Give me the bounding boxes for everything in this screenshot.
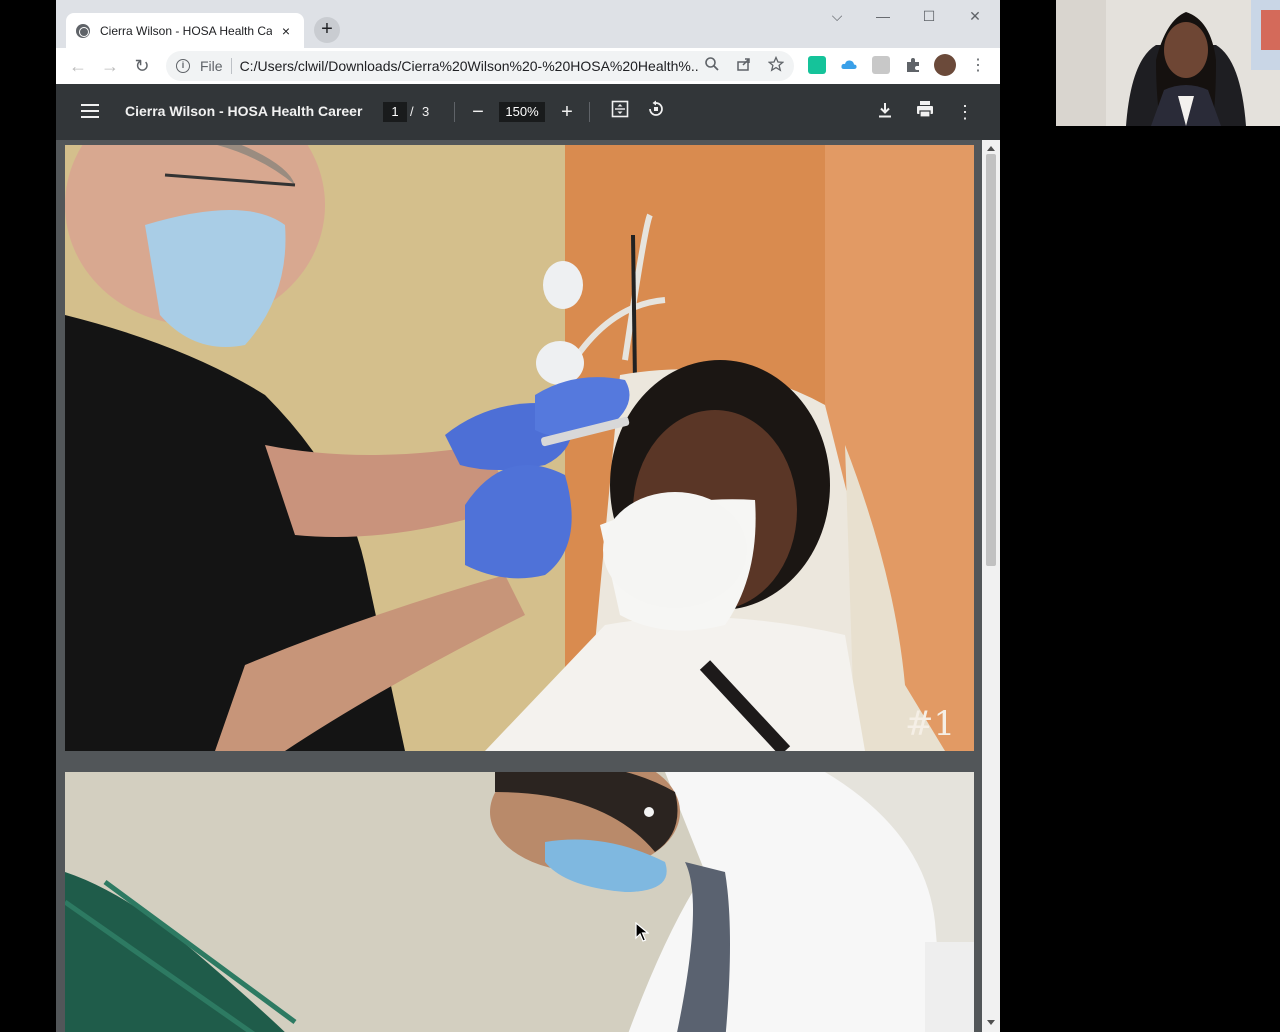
- info-icon[interactable]: i: [176, 59, 190, 73]
- share-icon[interactable]: [734, 56, 754, 76]
- globe-icon: [76, 23, 90, 38]
- page-2-photo: [65, 772, 974, 1032]
- fit-to-page-icon[interactable]: [606, 98, 634, 126]
- puzzle-icon[interactable]: [904, 56, 922, 74]
- rotate-icon[interactable]: [642, 98, 670, 126]
- url-text[interactable]: C:/Users/clwil/Downloads/Cierra%20Wilson…: [240, 58, 698, 74]
- zoom-level-input[interactable]: 150%: [499, 102, 545, 122]
- webcam-feed: [1056, 0, 1280, 126]
- browser-menu-button[interactable]: ⋮: [964, 52, 992, 80]
- browser-toolbar: ← → ↻ i File C:/Users/clwil/Downloads/Ci…: [56, 48, 1000, 84]
- zoom-out-button[interactable]: −: [464, 98, 492, 126]
- tab-close-button[interactable]: ×: [278, 23, 294, 39]
- more-actions-icon[interactable]: ⋮: [951, 98, 979, 126]
- pdf-title: Cierra Wilson - HOSA Health Career ...: [125, 103, 365, 119]
- minimize-button[interactable]: —: [868, 6, 898, 26]
- scrollbar-thumb[interactable]: [986, 154, 996, 566]
- page-number-input[interactable]: 1: [383, 102, 407, 122]
- zoom-icon[interactable]: [702, 56, 722, 76]
- pdf-page-2: [65, 772, 974, 1032]
- hamburger-menu-icon[interactable]: [78, 100, 102, 124]
- download-icon[interactable]: [871, 98, 899, 126]
- page-separator: /: [410, 104, 414, 119]
- page-number-label: #1: [905, 704, 955, 744]
- bookmark-star-icon[interactable]: [766, 55, 786, 76]
- vertical-scrollbar[interactable]: [982, 140, 1000, 1032]
- page-total: 3: [422, 104, 430, 119]
- url-scheme: File: [200, 58, 223, 74]
- browser-window: Cierra Wilson - HOSA Health Car × + ⌵ — …: [56, 0, 1000, 1032]
- back-button[interactable]: ←: [64, 52, 92, 80]
- onedrive-icon[interactable]: [840, 56, 858, 74]
- print-icon[interactable]: [911, 98, 939, 126]
- reload-button[interactable]: ↻: [128, 52, 156, 80]
- scroll-up-arrow-icon[interactable]: [987, 146, 995, 151]
- pdf-content-area[interactable]: #1: [56, 140, 1000, 1032]
- toolbar-divider: [589, 102, 590, 122]
- mouse-cursor-icon: [635, 921, 650, 942]
- profile-avatar[interactable]: [934, 54, 956, 76]
- scroll-down-arrow-icon[interactable]: [987, 1020, 995, 1025]
- zoom-in-button[interactable]: +: [553, 98, 581, 126]
- pdf-page-1: #1: [65, 145, 974, 751]
- pdf-toolbar: Cierra Wilson - HOSA Health Career ... 1…: [56, 84, 1000, 140]
- toolbar-divider: [454, 102, 455, 122]
- maximize-button[interactable]: ☐: [914, 6, 944, 26]
- extension-icon[interactable]: [872, 56, 890, 74]
- tab-search-button[interactable]: ⌵: [822, 6, 852, 26]
- new-tab-button[interactable]: +: [314, 17, 340, 43]
- grammarly-icon[interactable]: [808, 56, 826, 74]
- tab-strip: Cierra Wilson - HOSA Health Car × + ⌵ — …: [56, 0, 1000, 48]
- address-bar[interactable]: i File C:/Users/clwil/Downloads/Cierra%2…: [166, 51, 794, 81]
- webcam-video-tile: [1056, 0, 1280, 126]
- browser-tab[interactable]: Cierra Wilson - HOSA Health Car ×: [66, 13, 304, 48]
- close-window-button[interactable]: ✕: [960, 6, 990, 26]
- forward-button[interactable]: →: [96, 52, 124, 80]
- tab-title: Cierra Wilson - HOSA Health Car: [100, 23, 272, 38]
- omnibox-divider: [230, 58, 232, 74]
- page-1-photo: #1: [65, 145, 974, 751]
